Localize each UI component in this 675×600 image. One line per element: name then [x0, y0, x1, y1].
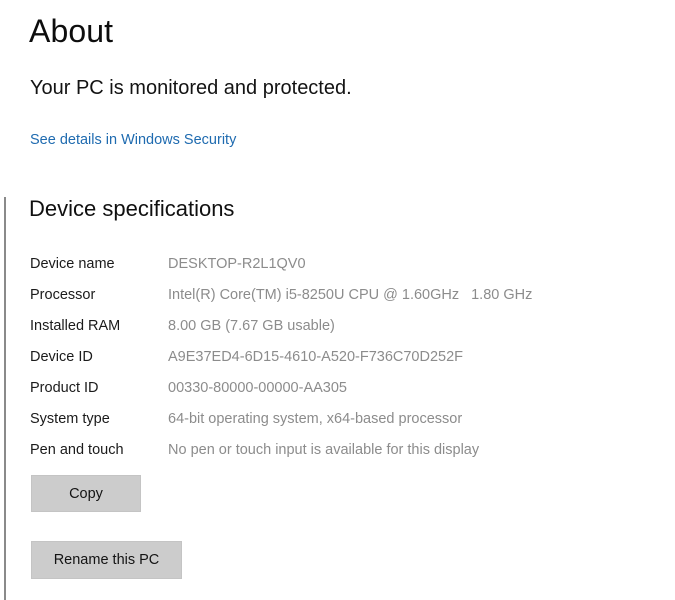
spec-label-device-id: Device ID: [30, 349, 93, 365]
spec-label-device-name: Device name: [30, 256, 115, 272]
spec-value-processor-model: Intel(R) Core(TM) i5-8250U CPU @ 1.60GHz: [168, 287, 460, 303]
table-row: Installed RAM 8.00 GB (7.67 GB usable): [30, 311, 650, 342]
spec-value-system-type: 64-bit operating system, x64-based proce…: [168, 411, 463, 427]
windows-security-details-link[interactable]: See details in Windows Security: [30, 130, 236, 150]
spec-label-product-id: Product ID: [30, 380, 99, 396]
scrollbar-rail[interactable]: [4, 197, 6, 600]
table-row: Device name DESKTOP-R2L1QV0: [30, 249, 650, 280]
table-row: System type 64-bit operating system, x64-…: [30, 404, 650, 435]
table-row: Device ID A9E37ED4-6D15-4610-A520-F736C70…: [30, 342, 650, 373]
table-row: Pen and touch No pen or touch input is av…: [30, 435, 650, 466]
spec-label-processor: Processor: [30, 287, 96, 303]
spec-label-installed-ram: Installed RAM: [30, 318, 121, 334]
page-title: About: [29, 13, 114, 49]
protection-status-text: Your PC is monitored and protected.: [30, 77, 352, 99]
rename-this-pc-button[interactable]: Rename this PC: [31, 541, 182, 579]
spec-value-installed-ram: 8.00 GB (7.67 GB usable): [168, 318, 335, 334]
table-row: Processor Intel(R) Core(TM) i5-8250U CPU …: [30, 280, 650, 311]
spec-value-product-id: 00330-80000-00000-AA305: [168, 380, 347, 396]
spec-label-system-type: System type: [30, 411, 110, 427]
spec-value-device-name: DESKTOP-R2L1QV0: [168, 256, 306, 272]
spec-label-pen-and-touch: Pen and touch: [30, 442, 124, 458]
table-row: Product ID 00330-80000-00000-AA305: [30, 373, 650, 404]
spec-value-device-id: A9E37ED4-6D15-4610-A520-F736C70D252F: [168, 349, 464, 365]
spec-value-processor-speed: 1.80 GHz: [471, 287, 533, 303]
spec-value-pen-and-touch: No pen or touch input is available for t…: [168, 442, 480, 458]
copy-button[interactable]: Copy: [31, 475, 141, 512]
device-specifications-heading: Device specifications: [29, 196, 235, 221]
spec-value-processor: Intel(R) Core(TM) i5-8250U CPU @ 1.60GHz…: [168, 280, 532, 311]
about-settings-page: About Your PC is monitored and protected…: [0, 0, 675, 600]
device-specifications-table: Device name DESKTOP-R2L1QV0 Processor Inte…: [30, 249, 650, 466]
